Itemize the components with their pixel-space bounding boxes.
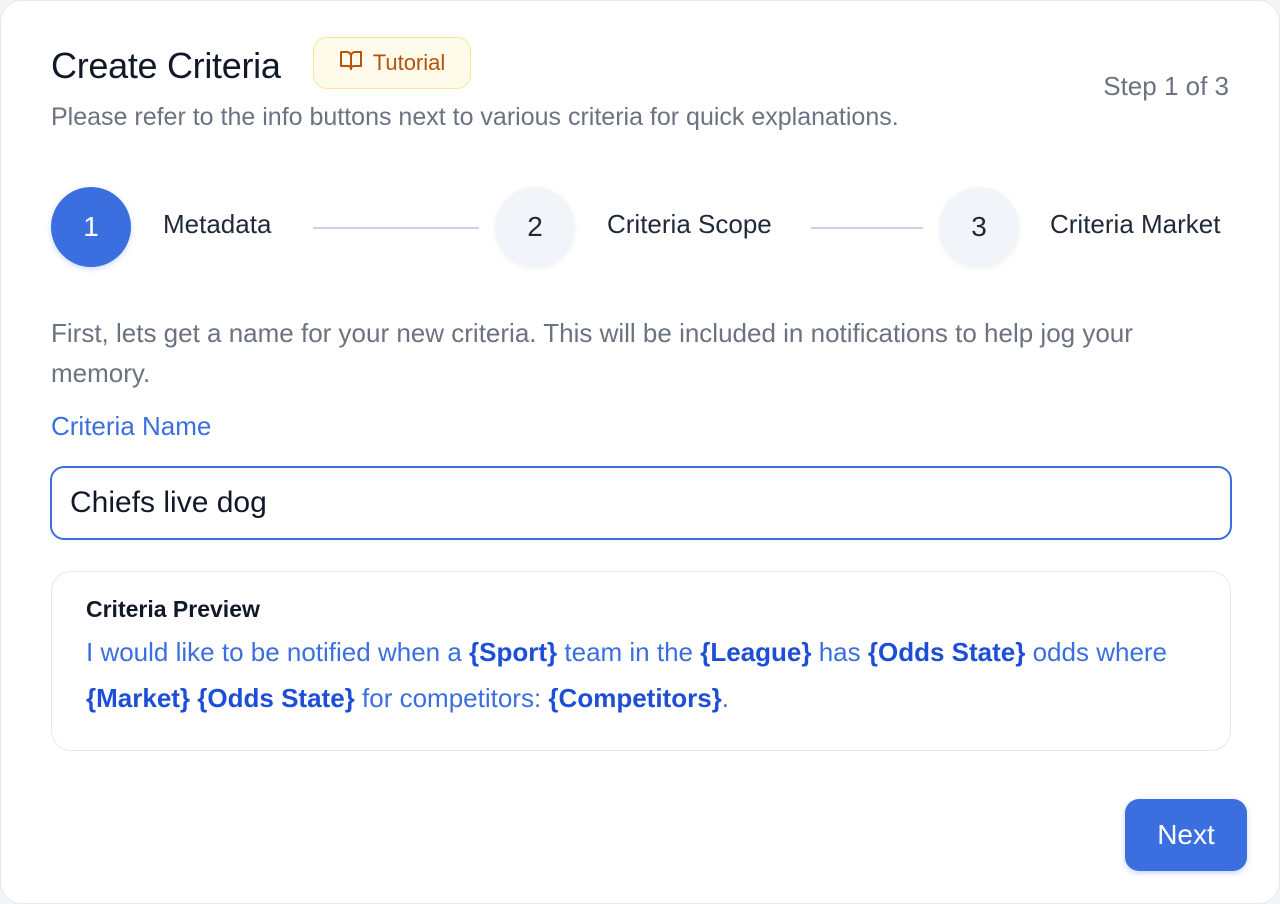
- criteria-preview: Criteria Preview I would like to be noti…: [51, 571, 1231, 751]
- step-connector: [313, 227, 479, 229]
- criteria-name-label: Criteria Name: [51, 411, 212, 441]
- preview-token-competitors: {Competitors}: [548, 683, 722, 713]
- preview-token-league: {League}: [700, 637, 812, 667]
- tutorial-button[interactable]: Tutorial: [313, 37, 471, 89]
- preview-token-odds-state: {Odds State}: [197, 683, 355, 713]
- step-3-label: Criteria Market: [1050, 209, 1221, 239]
- preview-text: I would like to be notified when a {Spor…: [86, 629, 1196, 721]
- page-title: Create Criteria: [51, 45, 281, 86]
- step-indicator: Step 1 of 3: [1103, 71, 1229, 101]
- tutorial-label: Tutorial: [372, 50, 446, 75]
- step-connector: [811, 227, 923, 229]
- step-2-circle[interactable]: 2: [495, 187, 575, 267]
- preview-title: Criteria Preview: [86, 596, 260, 622]
- preview-segment: team in the: [557, 637, 701, 667]
- preview-segment: I would like to be notified when a: [86, 637, 470, 667]
- page-subtitle: Please refer to the info buttons next to…: [51, 103, 899, 131]
- intro-text: First, lets get a name for your new crit…: [51, 318, 1133, 388]
- stepper: 1 Metadata 2 Criteria Scope 3 Criteria M…: [51, 187, 1231, 267]
- preview-segment: has: [811, 637, 868, 667]
- step-1-label: Metadata: [163, 209, 272, 239]
- step-1-circle[interactable]: 1: [51, 187, 131, 267]
- book-open-icon: [339, 48, 363, 78]
- preview-segment: .: [721, 683, 730, 713]
- create-criteria-card: Create Criteria Tutorial Step 1 of 3 Ple…: [0, 0, 1280, 904]
- step-3-circle[interactable]: 3: [939, 187, 1019, 267]
- preview-token-market: {Market}: [86, 683, 191, 713]
- preview-token-odds-state: {Odds State}: [867, 637, 1026, 667]
- criteria-name-input[interactable]: [50, 466, 1232, 540]
- step-2-label: Criteria Scope: [607, 209, 772, 239]
- preview-token-sport: {Sport}: [469, 637, 558, 667]
- preview-segment: for competitors:: [354, 683, 549, 713]
- next-button[interactable]: Next: [1125, 799, 1247, 871]
- preview-segment: odds where: [1025, 637, 1168, 667]
